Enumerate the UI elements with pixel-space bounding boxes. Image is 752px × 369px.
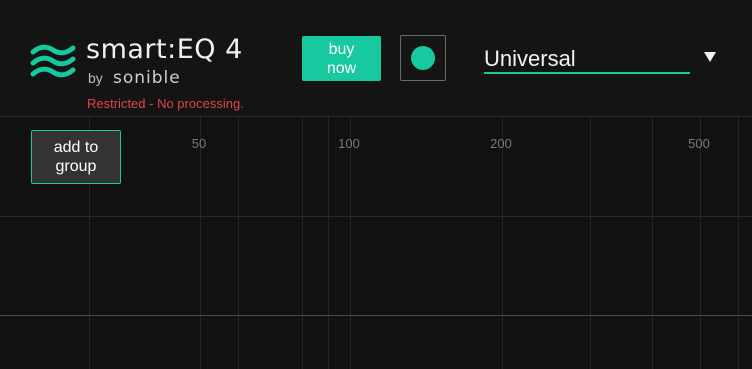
profile-underline (484, 72, 690, 74)
freq-label-50: 50 (191, 136, 207, 151)
grid-line (502, 117, 503, 369)
profile-value: Universal (484, 46, 576, 71)
grid-line (700, 117, 701, 369)
caret-down-icon[interactable] (704, 52, 716, 62)
grid-line (200, 117, 201, 369)
grid-line (302, 117, 303, 369)
company-name: sonible (113, 68, 181, 88)
product-name: smart:EQ 4 (86, 34, 243, 65)
sonible-waves-icon (30, 44, 76, 78)
grid-line (238, 117, 239, 369)
grid-line (652, 117, 653, 369)
grid-line-horizontal (0, 216, 752, 217)
zero-db-line (0, 315, 752, 316)
power-dot-icon (411, 46, 435, 70)
restricted-status: Restricted - No processing. (87, 96, 244, 111)
freq-label-500: 500 (688, 136, 710, 151)
add-to-group-button[interactable]: add to group (31, 130, 121, 184)
freq-label-100: 100 (338, 136, 360, 151)
grid-line (590, 117, 591, 369)
brand-by-label: by (88, 70, 103, 86)
bypass-toggle[interactable] (400, 35, 446, 81)
plugin-header: smart:EQ 4 by sonible Restricted - No pr… (0, 0, 752, 116)
buy-now-button[interactable]: buy now (302, 36, 381, 81)
freq-label-200: 200 (490, 136, 512, 151)
grid-line (328, 117, 329, 369)
grid-line (738, 117, 739, 369)
grid-line (350, 117, 351, 369)
profile-dropdown[interactable]: Universal (484, 42, 690, 74)
